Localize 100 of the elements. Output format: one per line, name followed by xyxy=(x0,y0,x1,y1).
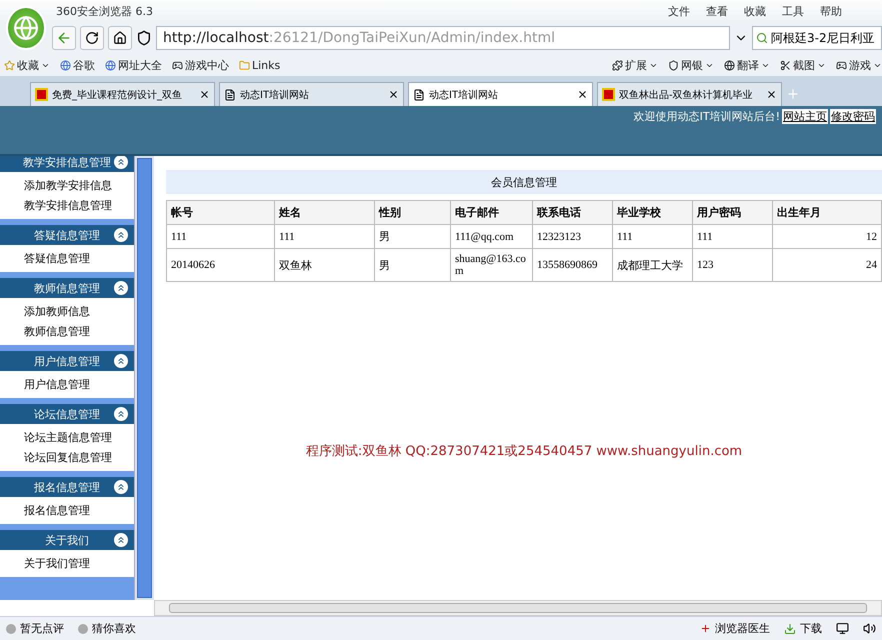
site-favicon-icon xyxy=(35,88,48,101)
note-text: 程序测试:双鱼林 QQ:287307421或254540457 www.shuangyulin.com xyxy=(304,443,744,460)
table-cell: 111 xyxy=(692,224,772,248)
sidebar-item[interactable]: 添加教师信息 xyxy=(24,304,134,319)
menu-item[interactable]: 帮助 xyxy=(820,4,842,18)
address-field[interactable]: http://localhost:26121/DongTaiPeiXun/Admin/index.html xyxy=(156,26,730,50)
sidebar-group-header[interactable]: 关于我们 xyxy=(0,530,134,550)
monitor-icon[interactable] xyxy=(836,622,849,635)
table-cell: 12323123 xyxy=(532,224,612,248)
table-cell: 111 xyxy=(274,224,374,248)
header-link[interactable]: 修改密码 xyxy=(830,109,876,124)
browser-tab[interactable]: 免费_毕业课程范例设计_双鱼 xyxy=(30,82,215,106)
dot-icon xyxy=(6,624,16,634)
refresh-icon xyxy=(85,31,99,45)
column-header: 姓名 xyxy=(274,200,374,224)
table-cell: shuang@163.com xyxy=(450,248,532,282)
column-header: 电子邮件 xyxy=(450,200,532,224)
home-icon xyxy=(113,31,127,45)
sidebar-group-header[interactable]: 答疑信息管理 xyxy=(0,225,134,245)
collapse-icon[interactable] xyxy=(114,281,128,295)
sidebar-group-header[interactable]: 报名信息管理 xyxy=(0,477,134,497)
sidebar-item[interactable]: 论坛主题信息管理 xyxy=(24,430,134,445)
menu-item[interactable]: 查看 xyxy=(706,4,728,18)
bookmark-link[interactable]: 游戏中心 xyxy=(172,58,229,72)
browser-tab[interactable]: 动态IT培训网站 xyxy=(219,82,404,106)
sidebar-item[interactable]: 论坛回复信息管理 xyxy=(24,450,134,465)
close-icon[interactable] xyxy=(577,89,588,100)
site-favicon-icon xyxy=(602,88,615,101)
download-icon xyxy=(784,622,796,634)
dot-icon xyxy=(78,624,88,634)
sidebar-item[interactable]: 教学安排信息管理 xyxy=(24,198,134,213)
collapse-icon[interactable] xyxy=(114,480,128,494)
status-item[interactable]: 猜你喜欢 xyxy=(78,621,136,636)
collapse-icon[interactable] xyxy=(114,354,128,368)
globe-icon xyxy=(724,60,735,70)
back-arrow-icon xyxy=(56,30,72,46)
column-header: 性别 xyxy=(374,200,450,224)
table-cell: 成都理工大学 xyxy=(612,248,692,282)
sidebar-item[interactable]: 添加教学安排信息 xyxy=(24,178,134,193)
close-icon[interactable] xyxy=(388,89,399,100)
header-link[interactable]: 网站主页 xyxy=(782,109,828,124)
scissors-icon xyxy=(780,60,791,70)
column-header: 用户密码 xyxy=(692,200,772,224)
globe-icon xyxy=(13,15,39,41)
table-cell: 111 xyxy=(612,224,692,248)
table-cell: 男 xyxy=(374,224,450,248)
volume-icon[interactable] xyxy=(863,622,876,635)
menu-item[interactable]: 文件 xyxy=(668,4,690,18)
table-cell: 双鱼林 xyxy=(274,248,374,282)
toolbar-button[interactable]: 截图 xyxy=(780,58,826,72)
collapse-icon[interactable] xyxy=(114,533,128,547)
bookmark-link[interactable]: 谷歌 xyxy=(60,58,95,72)
search-field[interactable]: 阿根廷3-2尼日利亚 xyxy=(752,26,882,50)
toolbar-button[interactable]: 翻译 xyxy=(724,58,770,72)
search-icon xyxy=(756,32,768,44)
refresh-button[interactable] xyxy=(80,26,104,50)
page-icon xyxy=(224,88,236,100)
bookmark-link[interactable]: 网址大全 xyxy=(105,58,162,72)
sidebar-group-header[interactable]: 教学安排信息管理 xyxy=(0,156,134,172)
collapse-icon[interactable] xyxy=(114,156,128,169)
sidebar-group-header[interactable]: 教师信息管理 xyxy=(0,278,134,298)
page-icon xyxy=(413,88,425,100)
sidebar-group-header[interactable]: 用户信息管理 xyxy=(0,351,134,371)
status-item[interactable]: 暂无点评 xyxy=(6,621,64,636)
scrollbar-thumb[interactable] xyxy=(137,158,152,598)
collapse-icon[interactable] xyxy=(114,407,128,421)
column-header: 联系电话 xyxy=(532,200,612,224)
welcome-text: 欢迎使用动态IT培训网站后台! xyxy=(634,109,780,124)
table-cell: 24 xyxy=(772,248,882,282)
browser-tab[interactable]: 双鱼林出品-双鱼林计算机毕业 xyxy=(597,82,782,106)
status-item[interactable]: 下载 xyxy=(784,621,822,636)
table-cell: 111 xyxy=(166,224,274,248)
toolbar-button[interactable]: 网银 xyxy=(668,58,714,72)
table-cell: 12 xyxy=(772,224,882,248)
bookmark-link[interactable]: Links xyxy=(239,58,280,72)
star-icon xyxy=(4,60,15,70)
collapse-icon[interactable] xyxy=(114,228,128,242)
status-item[interactable]: 浏览器医生 xyxy=(700,621,770,636)
toolbar-button[interactable]: 扩展 xyxy=(612,58,658,72)
menu-item[interactable]: 工具 xyxy=(782,4,804,18)
sidebar-group-header[interactable]: 论坛信息管理 xyxy=(0,404,134,424)
close-icon[interactable] xyxy=(766,89,777,100)
bookmark-link[interactable]: 收藏 xyxy=(4,58,50,72)
column-header: 出生年月 xyxy=(772,200,882,224)
folder-icon xyxy=(239,60,250,70)
scrollbar-thumb[interactable] xyxy=(169,603,867,613)
shield-icon xyxy=(136,30,152,46)
table-cell: 13558690869 xyxy=(532,248,612,282)
toolbar-button[interactable]: 游戏 xyxy=(836,58,882,72)
menu-item[interactable]: 收藏 xyxy=(744,4,766,18)
close-icon[interactable] xyxy=(199,89,210,100)
browser-title: 360安全浏览器 6.3 xyxy=(56,4,153,18)
sidebar-item[interactable]: 教师信息管理 xyxy=(24,324,134,339)
globe-icon xyxy=(105,60,116,70)
browser-tab[interactable]: 动态IT培训网站 xyxy=(408,82,593,106)
table-title: 会员信息管理 xyxy=(166,170,882,194)
plus-icon xyxy=(700,623,711,634)
table-cell: 男 xyxy=(374,248,450,282)
shield-icon xyxy=(668,60,679,70)
home-button[interactable] xyxy=(108,26,132,50)
